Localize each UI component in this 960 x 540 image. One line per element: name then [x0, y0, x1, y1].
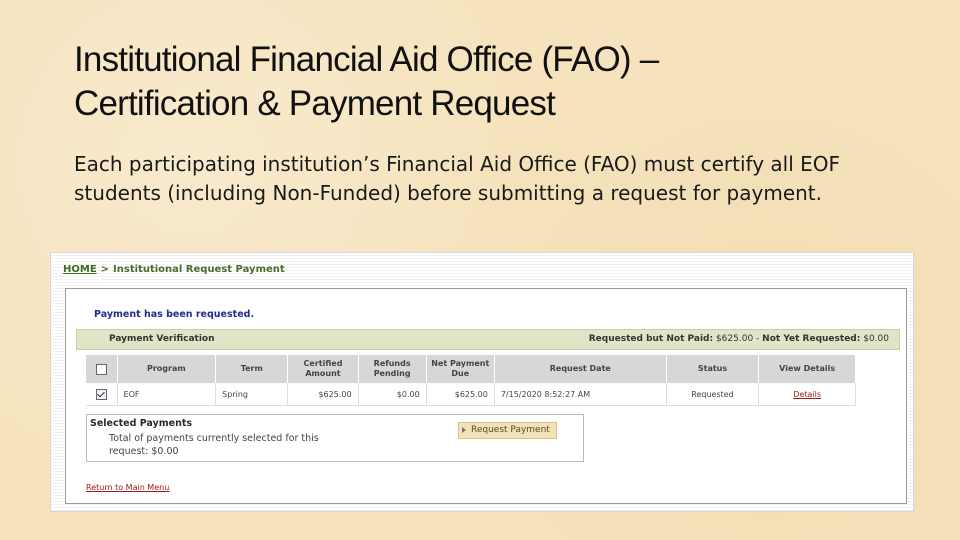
cell-view-details: Details — [758, 383, 856, 406]
request-payment-button[interactable]: Request Payment — [458, 422, 557, 439]
breadcrumb: HOME > Institutional Request Payment — [63, 264, 285, 275]
selected-payments-legend: Selected Payments — [90, 418, 193, 429]
column-header-net-payment-due: Net Payment Due — [426, 355, 495, 383]
selected-payments-total: Total of payments currently selected for… — [109, 433, 319, 457]
payments-table: Program Term Certified Amount Refunds Pe… — [86, 355, 856, 406]
column-header-view-details: View Details — [758, 355, 856, 383]
not-yet-requested-label: Not Yet Requested: — [762, 334, 861, 344]
column-header-request-date: Request Date — [494, 355, 667, 383]
cell-net-payment-due: $625.00 — [426, 383, 495, 406]
payment-verification-label: Payment Verification — [109, 334, 215, 344]
slide-title-line-2: Certification & Payment Request — [74, 84, 556, 123]
column-header-status: Status — [666, 355, 760, 383]
not-yet-requested-value: $0.00 — [863, 334, 889, 344]
slide-title: Institutional Financial Aid Office (FAO)… — [74, 38, 894, 126]
cell-status: Requested — [666, 383, 760, 406]
payment-verification-bar: Payment Verification Requested but Not P… — [76, 329, 900, 350]
requested-not-paid-label: Requested but Not Paid: — [588, 334, 714, 344]
details-link[interactable]: Details — [793, 390, 821, 399]
breadcrumb-separator: > — [100, 264, 110, 275]
cell-certified-amount: $625.00 — [287, 383, 359, 406]
breadcrumb-current: Institutional Request Payment — [113, 264, 285, 275]
column-header-program: Program — [117, 355, 217, 383]
table-header-row: Program Term Certified Amount Refunds Pe… — [86, 355, 856, 383]
column-header-certified-amount: Certified Amount — [287, 355, 359, 383]
status-message: Payment has been requested. — [94, 309, 255, 320]
cell-refunds-pending: $0.00 — [358, 383, 427, 406]
row-select-cell — [86, 383, 118, 406]
select-all-header — [86, 355, 118, 383]
app-screenshot: HOME > Institutional Request Payment Payme… — [50, 252, 914, 512]
slide-title-line-1: Institutional Financial Aid Office (FAO)… — [74, 40, 659, 79]
row-checkbox-icon[interactable] — [95, 388, 107, 400]
request-payment-button-label: Request Payment — [471, 425, 550, 435]
selected-payments-box: Selected Payments Total of payments curr… — [86, 414, 584, 462]
column-header-term: Term — [215, 355, 289, 383]
payment-verification-summary: Requested but Not Paid: $625.00 - Not Ye… — [589, 334, 889, 344]
requested-not-paid-value: $625.00 — [715, 334, 754, 344]
arrow-right-icon — [462, 427, 466, 433]
breadcrumb-home-link[interactable]: HOME — [63, 264, 97, 275]
return-to-main-menu-link[interactable]: Return to Main Menu — [86, 483, 169, 492]
summary-dash: - — [756, 334, 760, 344]
cell-program: EOF — [117, 383, 217, 406]
cell-term: Spring — [215, 383, 289, 406]
slide-body-text: Each participating institution’s Financi… — [74, 152, 840, 205]
column-header-refunds-pending: Refunds Pending — [358, 355, 427, 383]
table-row: EOF Spring $625.00 $0.00 $625.00 7/15/20… — [86, 383, 856, 406]
select-all-checkbox-icon[interactable] — [95, 363, 107, 375]
request-payment-panel: Payment has been requested. Payment Veri… — [65, 288, 907, 504]
cell-request-date: 7/15/2020 8:52:27 AM — [494, 383, 667, 406]
